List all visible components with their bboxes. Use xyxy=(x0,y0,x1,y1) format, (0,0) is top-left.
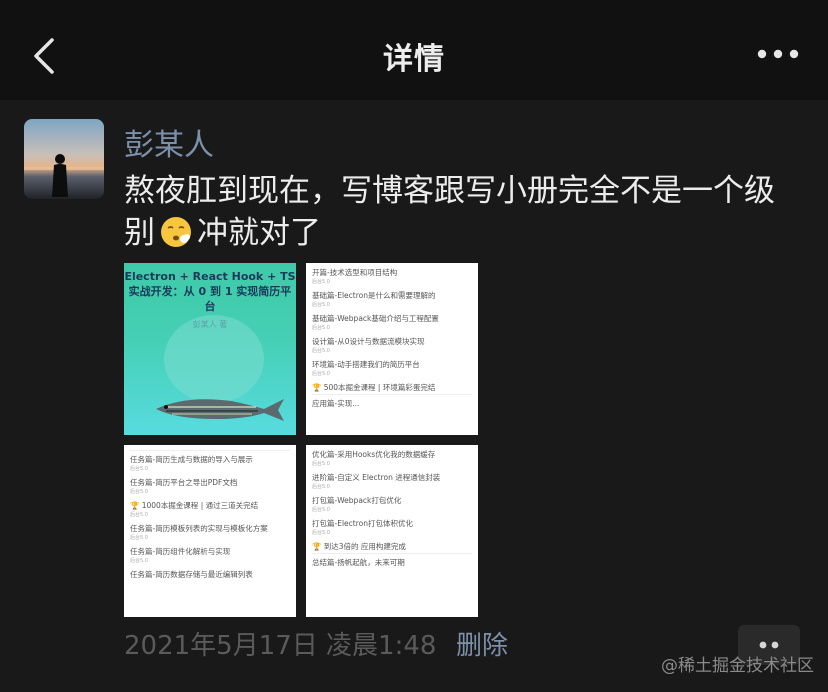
toc-item: 基础篇-Webpack基础介绍与工程配置 xyxy=(312,314,439,323)
delete-link[interactable]: 删除 xyxy=(456,625,508,662)
sunset-silhouette-avatar-image xyxy=(24,119,104,199)
watermark: @稀土掘金技术社区 xyxy=(661,656,814,676)
toc-item: 打包篇-Webpack打包优化 xyxy=(312,496,402,505)
zebrafish-illustration xyxy=(156,315,284,421)
toc-item: 🏆 到达3倍的 应用构建完成 xyxy=(312,542,406,551)
toc-sub: 后台5.0 xyxy=(130,512,148,518)
top-bar: 详情 xyxy=(0,0,828,100)
toc-item: 总结篇-扬帆起航，未来可期 xyxy=(312,558,405,567)
page-title: 详情 xyxy=(383,42,445,77)
toc-sub: 后台5.0 xyxy=(312,279,330,285)
toc-item: 打包篇-Electron打包体积优化 xyxy=(312,519,413,528)
toc-sub: 后台5.0 xyxy=(312,461,330,467)
image-toc-page-2[interactable]: 任务篇-简历生成与数据的导入与展示 后台5.0 任务篇-简历平台之导出PDF文档… xyxy=(124,445,296,617)
toc-sub: 后台5.0 xyxy=(312,507,330,513)
toc-sub: 后台5.0 xyxy=(312,530,330,536)
toc-item: 设计篇-从0设计与数据流模块实现 xyxy=(312,337,425,346)
author-name[interactable]: 彭某人 xyxy=(124,120,214,164)
toc-item: 任务篇-简历组件化解析与实现 xyxy=(130,547,231,556)
more-dots-icon xyxy=(757,49,799,59)
toc-item: 基础篇-Electron是什么和需要理解的 xyxy=(312,291,436,300)
toc-sub: 后台5.0 xyxy=(312,302,330,308)
image-book-cover[interactable]: Electron + React Hook + TS 实战开发：从 0 到 1 … xyxy=(124,263,296,435)
toc-sub: 后台5.0 xyxy=(312,484,330,490)
toc-item: 🏆 1000本掘金课程 | 通过三道关完结 xyxy=(130,501,259,510)
post-text: 熬夜肛到现在，写博客跟写小册完全不是一个级别 冲就对了 xyxy=(124,170,804,254)
toc-item: 任务篇-简历数据存储与最近编辑列表 xyxy=(130,570,253,579)
post-text-tail: 冲就对了 xyxy=(197,215,321,251)
toc-sub: 后台5.0 xyxy=(312,371,330,377)
avatar[interactable] xyxy=(24,119,104,199)
toc-item: 任务篇-简历生成与数据的导入与展示 xyxy=(130,455,253,464)
toc-sub: 后台5.0 xyxy=(130,558,148,564)
toc-sub: 后台5.0 xyxy=(130,489,148,495)
toc-item: 任务篇-简历平台之导出PDF文档 xyxy=(130,478,238,487)
more-button[interactable] xyxy=(756,38,800,70)
toc-sub: 后台5.0 xyxy=(312,348,330,354)
exhausted-face-emoji xyxy=(161,217,191,247)
toc-sub: 后台5.0 xyxy=(312,325,330,331)
toc-item: 应用篇-实现... xyxy=(312,399,360,408)
toc-sub: 后台5.0 xyxy=(130,466,148,472)
toc-item: 环境篇-动手搭建我们的简历平台 xyxy=(312,360,420,369)
toc-item: 开篇-技术选型和项目结构 xyxy=(312,268,398,277)
toc-item: 🏆 500本掘金课程 | 环境篇彩蛋完结 xyxy=(312,383,436,392)
toc-item: 优化篇-采用Hooks优化我的数据缓存 xyxy=(312,450,436,459)
image-toc-page-1[interactable]: 开篇-技术选型和项目结构 后台5.0 基础篇-Electron是什么和需要理解的… xyxy=(306,263,478,435)
moment-detail: 彭某人 熬夜肛到现在，写博客跟写小册完全不是一个级别 冲就对了 Electron… xyxy=(0,100,828,692)
image-grid: Electron + React Hook + TS 实战开发：从 0 到 1 … xyxy=(124,263,480,619)
toc-sub: 后台5.0 xyxy=(130,535,148,541)
image-toc-page-3[interactable]: 优化篇-采用Hooks优化我的数据缓存 后台5.0 进阶篇-自定义 Electr… xyxy=(306,445,478,617)
toc-item: 进阶篇-自定义 Electron 进程通信封装 xyxy=(312,473,441,482)
post-timestamp: 2021年5月17日 凌晨1:48 xyxy=(124,631,437,661)
toc-item: 任务篇-简历模板列表的实现与模板化方案 xyxy=(130,524,268,533)
